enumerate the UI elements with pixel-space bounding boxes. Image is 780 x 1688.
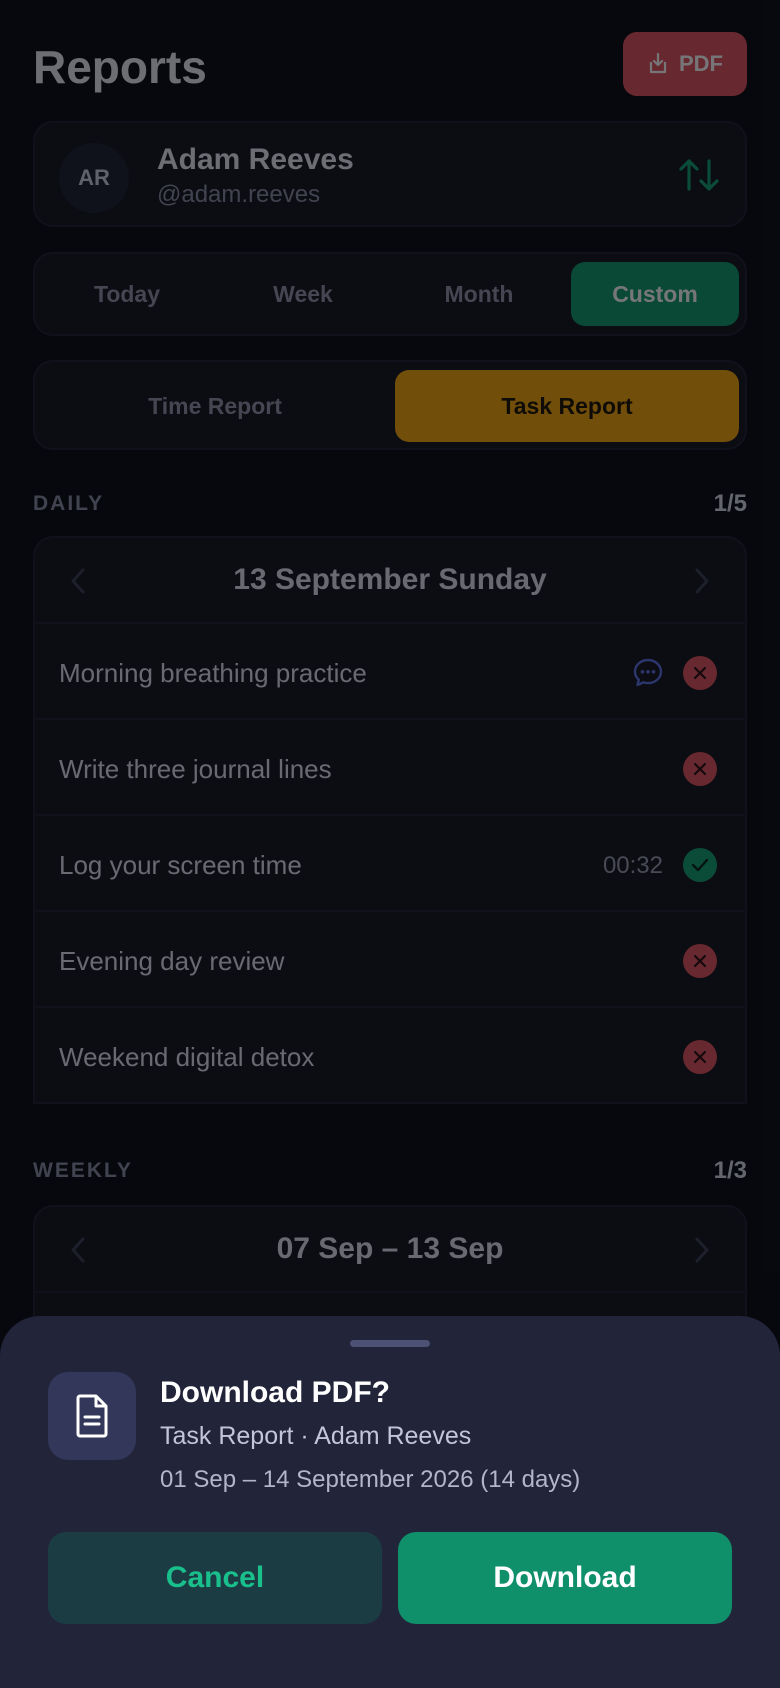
done-status-icon [683, 848, 717, 882]
range-tabs: Today Week Month Custom [33, 252, 747, 336]
list-item[interactable]: Weekend digital detox [35, 1008, 745, 1104]
comment-icon[interactable] [631, 656, 665, 690]
missed-status-icon [683, 656, 717, 690]
document-icon [76, 1394, 108, 1438]
user-handle: @adam.reeves [157, 181, 321, 208]
tab-custom[interactable]: Custom [571, 262, 739, 326]
task-title: Weekend digital detox [59, 1042, 315, 1072]
weekly-page-count: 1/3 [713, 1157, 747, 1184]
list-item[interactable]: Write three journal lines [35, 720, 745, 816]
daily-section-label: DAILY [33, 492, 105, 515]
pdf-button[interactable]: PDF [623, 32, 747, 96]
sheet-title: Download PDF? [160, 1376, 390, 1409]
page-title: Reports [33, 41, 207, 93]
header: Reports PDF [33, 32, 747, 96]
download-pdf-sheet: Download PDF? Task Report · Adam Reeves … [0, 1316, 780, 1688]
user-card[interactable]: AR Adam Reeves @adam.reeves [33, 121, 747, 227]
daily-page-count: 1/5 [713, 490, 747, 517]
weekly-section-label: WEEKLY [33, 1159, 133, 1182]
chevron-right-icon[interactable] [691, 566, 713, 596]
chevron-left-icon[interactable] [67, 566, 89, 596]
sheet-drag-handle[interactable] [350, 1340, 430, 1347]
download-file-icon [649, 52, 667, 74]
daily-task-list: 13 September Sunday Morning breathing pr… [33, 536, 747, 1104]
chevron-left-icon[interactable] [67, 1235, 89, 1265]
tab-month[interactable]: Month [395, 262, 563, 326]
task-title: Morning breathing practice [59, 658, 367, 688]
chevron-right-icon[interactable] [691, 1235, 713, 1265]
weekly-range: 07 Sep – 13 Sep [276, 1232, 504, 1265]
missed-status-icon [683, 944, 717, 978]
list-item[interactable]: Log your screen time 00:32 [35, 816, 745, 912]
task-title: Log your screen time [59, 850, 302, 880]
tab-task-report[interactable]: Task Report [395, 370, 739, 442]
document-icon-box [48, 1372, 136, 1460]
list-item[interactable]: Morning breathing practice [35, 624, 745, 720]
tab-week[interactable]: Week [219, 262, 387, 326]
reports-screen: Reports PDF AR Adam Reeves @adam.reeves … [0, 0, 780, 1688]
pdf-button-label: PDF [679, 51, 723, 76]
daily-date-header: 13 September Sunday [35, 538, 745, 624]
tab-time-report[interactable]: Time Report [43, 370, 387, 442]
list-item[interactable]: Evening day review [35, 912, 745, 1008]
task-title: Evening day review [59, 946, 285, 976]
user-name: Adam Reeves [157, 143, 354, 176]
avatar: AR [59, 143, 129, 213]
task-time: 00:32 [602, 852, 663, 879]
task-title: Write three journal lines [59, 754, 332, 784]
daily-date: 13 September Sunday [233, 563, 547, 596]
tab-today[interactable]: Today [43, 262, 211, 326]
download-button[interactable]: Download [398, 1532, 732, 1624]
weekly-range-header: 07 Sep – 13 Sep [35, 1207, 745, 1293]
sheet-date-range: 01 Sep – 14 September 2026 (14 days) [160, 1466, 581, 1493]
sheet-subtitle: Task Report · Adam Reeves [160, 1422, 472, 1450]
cancel-button[interactable]: Cancel [48, 1532, 382, 1624]
report-type-tabs: Time Report Task Report [33, 360, 747, 450]
missed-status-icon [683, 752, 717, 786]
missed-status-icon [683, 1040, 717, 1074]
swap-vertical-icon[interactable] [677, 155, 721, 195]
